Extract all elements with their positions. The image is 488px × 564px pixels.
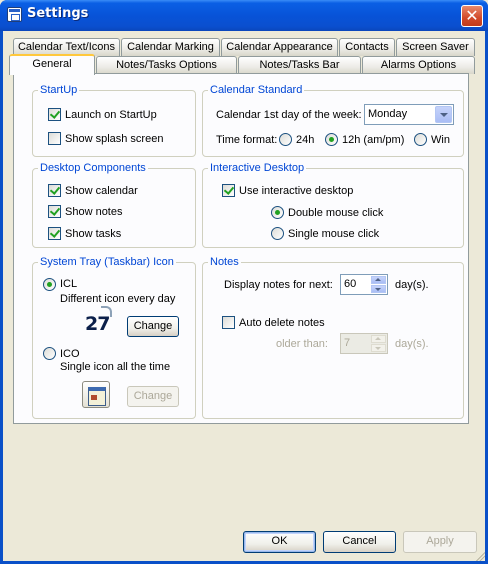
use-interactive-desktop-label[interactable]: Use interactive desktop	[239, 185, 353, 198]
show-calendar-label[interactable]: Show calendar	[65, 185, 138, 198]
show-calendar-checkbox[interactable]	[48, 184, 61, 197]
first-day-label: Calendar 1st day of the week:	[216, 109, 362, 121]
auto-delete-label[interactable]: Auto delete notes	[239, 317, 325, 330]
single-click-label[interactable]: Single mouse click	[288, 228, 379, 241]
launch-on-startup-checkbox[interactable]	[48, 108, 61, 121]
interactive-desktop-title: Interactive Desktop	[208, 161, 307, 175]
display-notes-value: 60	[344, 278, 357, 290]
tab-screen-saver[interactable]: Screen Saver	[396, 38, 475, 56]
first-day-value: Monday	[368, 108, 408, 120]
chevron-down-icon[interactable]	[435, 106, 452, 123]
show-tasks-checkbox[interactable]	[48, 227, 61, 240]
show-notes-checkbox[interactable]	[48, 205, 61, 218]
tab-contacts[interactable]: Contacts	[339, 38, 395, 56]
apply-button[interactable]: Apply	[403, 531, 477, 553]
single-click-radio[interactable]	[271, 227, 284, 240]
display-notes-spin-buttons	[371, 276, 386, 293]
system-tray-title: System Tray (Taskbar) Icon	[38, 255, 176, 269]
older-than-spin-buttons	[371, 335, 386, 352]
older-than-unit: day(s).	[395, 338, 429, 350]
tab-notes-tasks-bar[interactable]: Notes/Tasks Bar	[238, 56, 361, 74]
time-format-24h-radio[interactable]	[279, 133, 292, 146]
spin-down-arrow-icon[interactable]	[371, 344, 386, 352]
older-than-stepper[interactable]: 7	[340, 333, 388, 354]
spin-down-arrow-icon[interactable]	[371, 285, 386, 293]
tab-notes-tasks-options[interactable]: Notes/Tasks Options	[96, 56, 237, 74]
close-button[interactable]: ✕	[461, 5, 483, 27]
older-than-label: older than:	[276, 338, 328, 350]
time-format-12h-radio[interactable]	[325, 133, 338, 146]
show-tasks-label[interactable]: Show tasks	[65, 228, 121, 241]
time-format-12h-label[interactable]: 12h (am/pm)	[342, 134, 404, 147]
icl-description: Different icon every day	[60, 293, 176, 305]
tab-calendar-appearance[interactable]: Calendar Appearance	[221, 38, 338, 56]
tab-general[interactable]: General	[9, 54, 95, 75]
desktop-components-title: Desktop Components	[38, 161, 148, 175]
time-format-win-label[interactable]: Win	[431, 134, 450, 147]
use-interactive-desktop-checkbox[interactable]	[222, 184, 235, 197]
title-bar[interactable]: Settings ✕	[0, 0, 488, 31]
window-title: Settings	[27, 6, 89, 21]
show-splash-checkbox[interactable]	[48, 132, 61, 145]
launch-on-startup-label[interactable]: Launch on StartUp	[65, 109, 157, 122]
display-notes-stepper[interactable]: 60	[340, 274, 388, 295]
time-format-24h-label[interactable]: 24h	[296, 134, 314, 147]
ok-button[interactable]: OK	[243, 531, 316, 553]
first-day-select[interactable]: Monday	[364, 104, 454, 125]
spin-up-arrow-icon[interactable]	[371, 276, 386, 284]
tab-alarms-options[interactable]: Alarms Options	[362, 56, 475, 74]
ico-radio[interactable]	[43, 347, 56, 360]
icl-change-button[interactable]: Change	[127, 316, 179, 337]
cancel-button[interactable]: Cancel	[323, 531, 396, 553]
notes-group-title: Notes	[208, 255, 241, 269]
startup-group-title: StartUp	[38, 83, 80, 97]
ico-description: Single icon all the time	[60, 361, 171, 373]
older-than-value: 7	[344, 337, 351, 349]
display-notes-label: Display notes for next:	[224, 279, 333, 291]
icl-label[interactable]: ICL	[60, 278, 77, 291]
display-notes-unit: day(s).	[395, 279, 429, 291]
icl-radio[interactable]	[43, 278, 56, 291]
ico-change-button[interactable]: Change	[127, 386, 179, 407]
calendar-day-icon: 27	[85, 306, 112, 335]
time-format-win-radio[interactable]	[414, 133, 427, 146]
size-grip-icon[interactable]	[475, 551, 485, 561]
double-click-radio[interactable]	[271, 206, 284, 219]
startup-group: StartUp	[32, 83, 196, 157]
show-splash-label[interactable]: Show splash screen	[65, 133, 163, 146]
calendar-standard-title: Calendar Standard	[208, 83, 305, 97]
time-format-label: Time format:	[216, 134, 278, 146]
tab-calendar-marking[interactable]: Calendar Marking	[121, 38, 220, 56]
double-click-label[interactable]: Double mouse click	[288, 207, 383, 220]
auto-delete-checkbox[interactable]	[222, 316, 235, 329]
spin-up-arrow-icon[interactable]	[371, 335, 386, 343]
ico-label[interactable]: ICO	[60, 348, 80, 361]
show-notes-label[interactable]: Show notes	[65, 206, 122, 219]
calendar-app-icon	[7, 7, 22, 22]
calendar-tray-icon[interactable]	[82, 381, 110, 408]
